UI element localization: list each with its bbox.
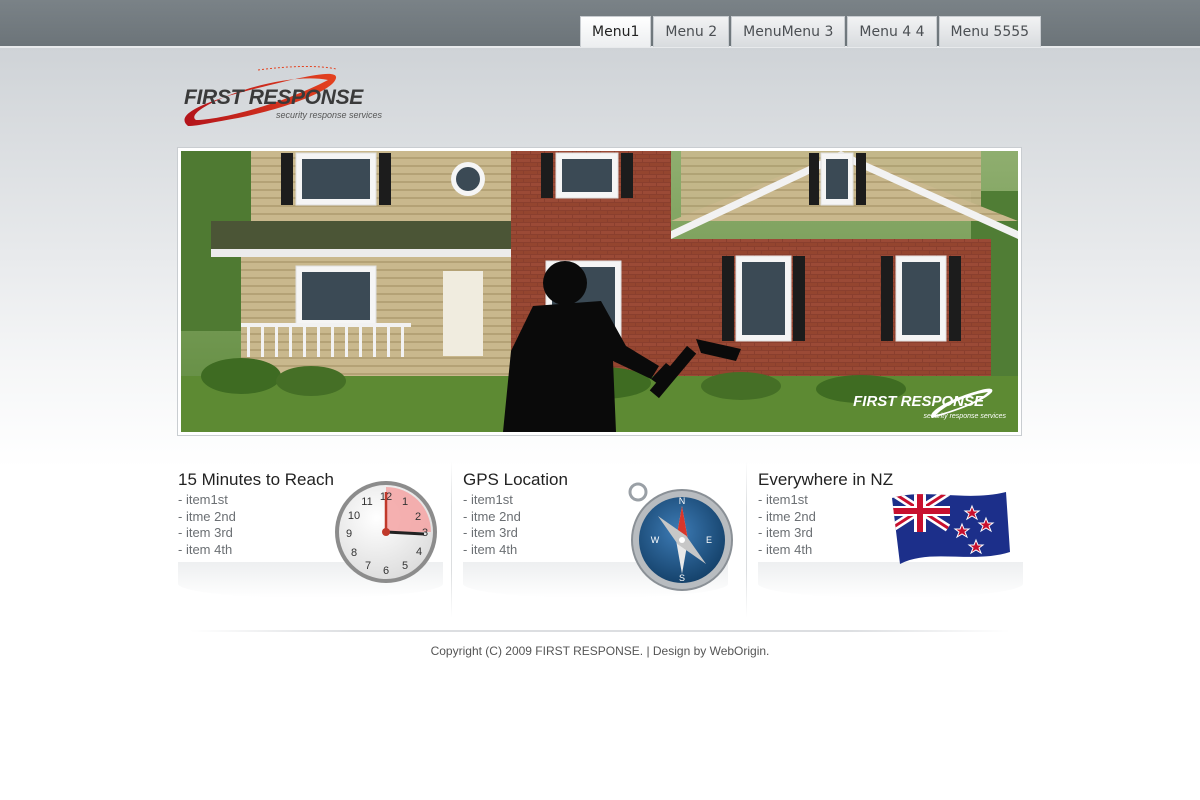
clock-number: 5: [402, 560, 408, 572]
banner-logo-name: FIRST RESPONSE: [853, 393, 984, 410]
tab-menu1[interactable]: Menu1: [580, 16, 652, 47]
nz-flag-icon: [892, 492, 1010, 564]
clock-number: 1: [402, 496, 408, 508]
house-illustration: [181, 151, 1018, 432]
feature-divider: [451, 460, 452, 618]
svg-text:E: E: [706, 535, 712, 545]
feature-coverage: Everywhere in NZ - item1st - itme 2nd - …: [758, 470, 1033, 610]
banner-logo-tagline: security response services: [923, 413, 1006, 420]
clock-icon: 12 1 2 3 4 5 6 7 8 9 10 11: [335, 481, 437, 583]
footer-copyright: Copyright (C) 2009 FIRST RESPONSE. | Des…: [430, 644, 770, 658]
svg-text:S: S: [679, 573, 685, 583]
logo-name: FIRST RESPONSE: [184, 86, 363, 109]
clock-number: 2: [415, 511, 421, 523]
site-logo[interactable]: FIRST RESPONSE security response service…: [178, 64, 393, 132]
clock-number: 6: [383, 565, 389, 577]
hero-image: FIRST RESPONSE security response service…: [181, 151, 1018, 432]
compass-icon: N E S W: [628, 482, 733, 591]
svg-text:W: W: [651, 535, 660, 545]
clock-number: 11: [361, 496, 372, 508]
feature-gps: GPS Location - item1st - itme 2nd - item…: [463, 470, 738, 610]
feature-title: Everywhere in NZ: [758, 470, 894, 489]
tab-menu-2[interactable]: Menu 2: [653, 16, 730, 47]
clock-number: 7: [365, 560, 371, 572]
feature-divider: [746, 460, 747, 618]
clock-number: 4: [416, 546, 422, 558]
svg-text:N: N: [679, 496, 686, 506]
feature-response-time: 15 Minutes to Reach - item1st - itme 2nd…: [178, 470, 448, 610]
clock-number: 9: [346, 528, 352, 540]
hero-banner: FIRST RESPONSE security response service…: [177, 147, 1022, 436]
clock-number: 10: [348, 510, 360, 522]
tab-menumenu-3[interactable]: MenuMenu 3: [731, 16, 846, 47]
tab-menu-5555[interactable]: Menu 5555: [938, 16, 1042, 47]
logo-tagline: security response services: [276, 110, 383, 120]
main-nav: Menu1 Menu 2 MenuMenu 3 Menu 4 4 Menu 55…: [580, 16, 1042, 47]
tab-menu-4-4[interactable]: Menu 4 4: [847, 16, 937, 47]
clock-number: 8: [351, 547, 357, 559]
footer-divider: [190, 630, 1010, 632]
